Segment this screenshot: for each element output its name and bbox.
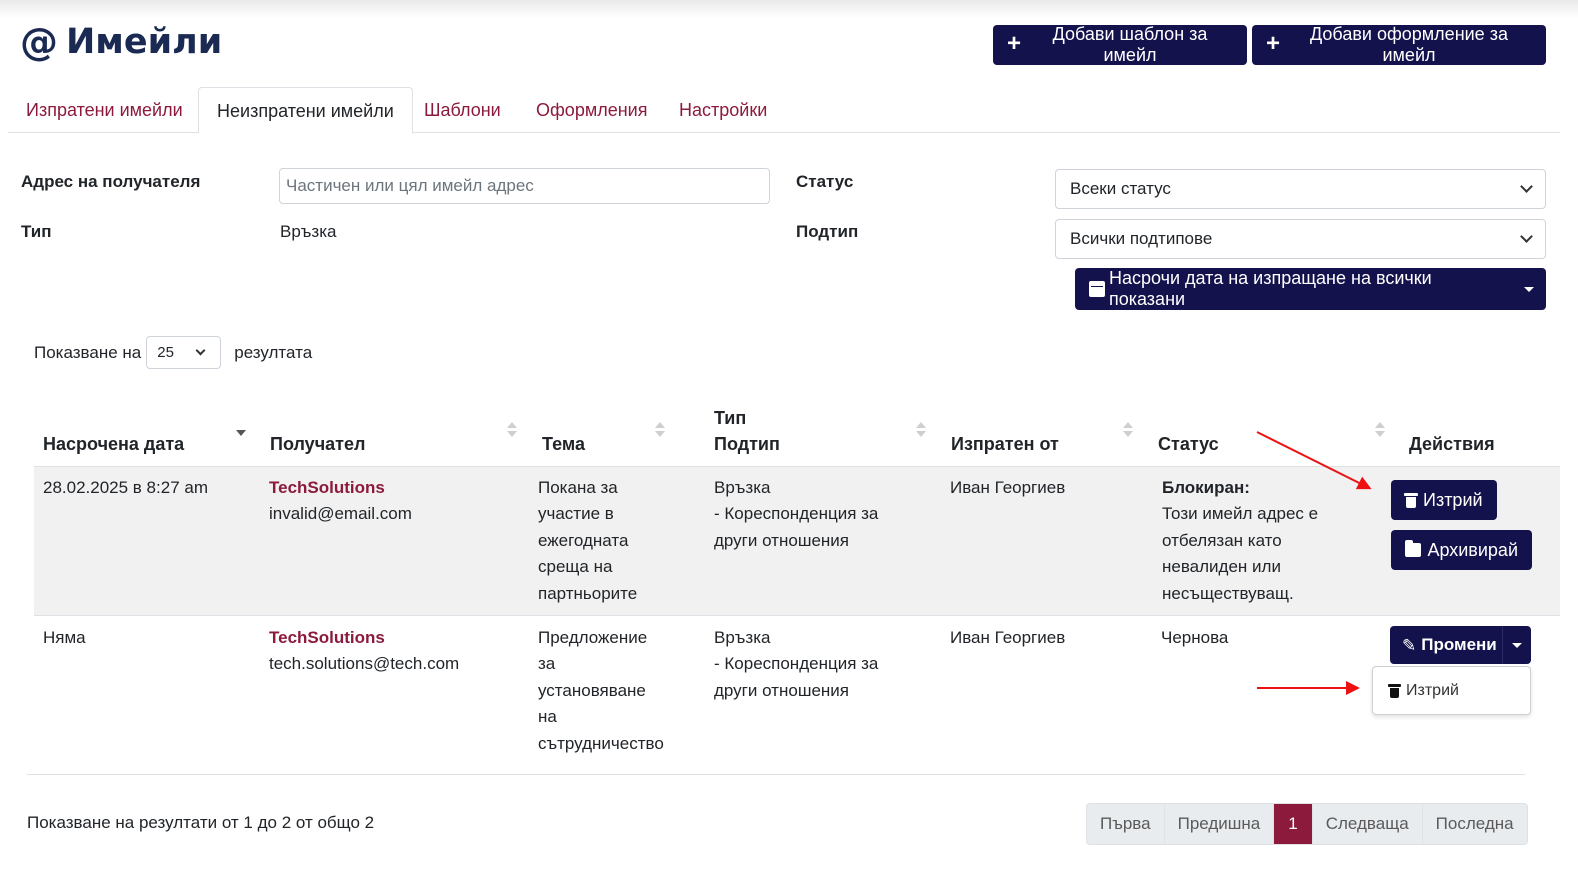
caret-down-icon	[1524, 286, 1534, 292]
schedule-all-button[interactable]: Насрочи дата на изпращане на всички пока…	[1075, 268, 1512, 310]
sort-desc-icon[interactable]	[236, 424, 246, 442]
tab-bar: Изпратени имейли Неизпратени имейли Шабл…	[8, 87, 1560, 134]
page-title: @ Имейли	[20, 20, 222, 64]
recipient-company-link[interactable]: TechSolutions	[269, 475, 412, 501]
subtype-select[interactable]: Всички подтипове	[1055, 219, 1546, 259]
recipient-email: tech.solutions@tech.com	[269, 654, 460, 674]
row-recipient: TechSolutions tech.solutions@tech.com	[269, 625, 459, 678]
pagination-first[interactable]: Първа	[1087, 804, 1165, 844]
header-actions: Действия	[1409, 434, 1495, 454]
delete-button[interactable]: Изтрий	[1391, 480, 1497, 520]
edit-split-button: ✎ Промени	[1390, 626, 1531, 664]
header-subject[interactable]: Тема	[542, 431, 585, 457]
header-scheduled-date[interactable]: Насрочена дата	[43, 431, 184, 457]
page-size-prefix: Показване на	[34, 342, 142, 362]
row-status: Чернова	[1161, 628, 1229, 647]
page-title-text: Имейли	[66, 22, 223, 62]
pencil-icon: ✎	[1402, 635, 1417, 655]
page-size-control: Показване на 25 резултата	[34, 336, 312, 369]
chevron-down-icon	[1520, 230, 1533, 243]
page-size-suffix: резултата	[234, 342, 313, 362]
row-status: Блокиран: Този имейл адрес е отбелязан к…	[1162, 475, 1318, 607]
schedule-all-split-button: Насрочи дата на изпращане на всички пока…	[1075, 268, 1546, 310]
schedule-all-dropdown-toggle[interactable]	[1512, 268, 1546, 310]
sort-icon[interactable]	[507, 422, 517, 440]
pagination-last[interactable]: Последна	[1423, 804, 1527, 844]
row-sent-by: Иван Георгиев	[950, 478, 1066, 497]
tab-layouts[interactable]: Оформления	[518, 87, 665, 133]
table-bottom-divider	[27, 774, 1525, 775]
results-summary: Показване на резултати от 1 до 2 от общо…	[27, 813, 375, 832]
row-sent-by: Иван Георгиев	[950, 628, 1066, 647]
row-divider	[34, 615, 1560, 616]
header-sent-by[interactable]: Изпратен от	[951, 431, 1059, 457]
subtype-label: Подтип	[796, 222, 859, 241]
dropdown-item-delete[interactable]: Изтрий	[1372, 666, 1531, 715]
header-type[interactable]: Тип	[714, 405, 746, 431]
caret-down-icon	[1512, 642, 1522, 648]
annotation-arrow	[1257, 681, 1360, 695]
trash-icon	[1388, 683, 1401, 698]
row-type: Връзка - Кореспонденция за други отношен…	[714, 628, 879, 700]
chevron-down-icon	[195, 345, 206, 355]
status-label: Статус	[796, 172, 854, 191]
page-size-select[interactable]: 25	[146, 336, 222, 369]
row-type: Връзка - Кореспонденция за други отношен…	[714, 478, 879, 550]
plus-icon: +	[1007, 30, 1022, 57]
edit-button[interactable]: ✎ Промени	[1390, 626, 1503, 664]
at-icon: @	[20, 20, 58, 64]
chevron-down-icon	[1520, 180, 1533, 193]
row-recipient: TechSolutions invalid@email.com	[269, 475, 412, 528]
type-label: Тип	[21, 222, 52, 241]
folder-open-icon	[1405, 540, 1422, 557]
status-title: Блокиран:	[1162, 478, 1250, 497]
sort-icon[interactable]	[1375, 422, 1385, 440]
tab-templates[interactable]: Шаблони	[406, 87, 519, 133]
top-shadow	[0, 0, 1578, 18]
recipient-email: invalid@email.com	[269, 504, 412, 524]
recipient-company-link[interactable]: TechSolutions	[269, 625, 459, 651]
header-status[interactable]: Статус	[1158, 431, 1219, 457]
trash-icon	[1404, 492, 1418, 508]
add-layout-button[interactable]: + Добави оформление за имейл	[1252, 24, 1546, 65]
recipient-search-input[interactable]	[279, 168, 770, 204]
status-select[interactable]: Всеки статус	[1055, 169, 1546, 209]
pagination: Първа Предишна 1 Следваща Последна	[1086, 803, 1528, 845]
archive-button[interactable]: Архивирай	[1391, 530, 1532, 570]
calendar-icon	[1089, 281, 1105, 297]
row-subject: Покана за участие в ежегодната среща на …	[538, 478, 638, 603]
tab-unsent-emails[interactable]: Неизпратени имейли	[198, 87, 413, 134]
type-value: Връзка	[280, 222, 337, 241]
row-date: 28.02.2025 в 8:27 am	[43, 478, 208, 497]
add-template-button[interactable]: + Добави шаблон за имейл	[993, 24, 1247, 65]
header-subtype[interactable]: Подтип	[714, 431, 780, 457]
row-date: Няма	[43, 628, 86, 647]
sort-icon[interactable]	[916, 422, 926, 440]
plus-icon: +	[1266, 30, 1281, 57]
header-recipient[interactable]: Получател	[270, 431, 365, 457]
edit-dropdown-toggle[interactable]	[1503, 626, 1531, 664]
row-subject: Предложение за установяване на сътруднич…	[538, 628, 664, 753]
pagination-prev[interactable]: Предишна	[1165, 804, 1275, 844]
recipient-label: Адрес на получателя	[21, 172, 201, 191]
tab-sent-emails[interactable]: Изпратени имейли	[8, 87, 201, 133]
tab-settings[interactable]: Настройки	[661, 87, 785, 133]
pagination-next[interactable]: Следваща	[1313, 804, 1423, 844]
sort-icon[interactable]	[1123, 422, 1133, 440]
pagination-current[interactable]: 1	[1274, 804, 1313, 844]
sort-icon[interactable]	[655, 422, 665, 440]
